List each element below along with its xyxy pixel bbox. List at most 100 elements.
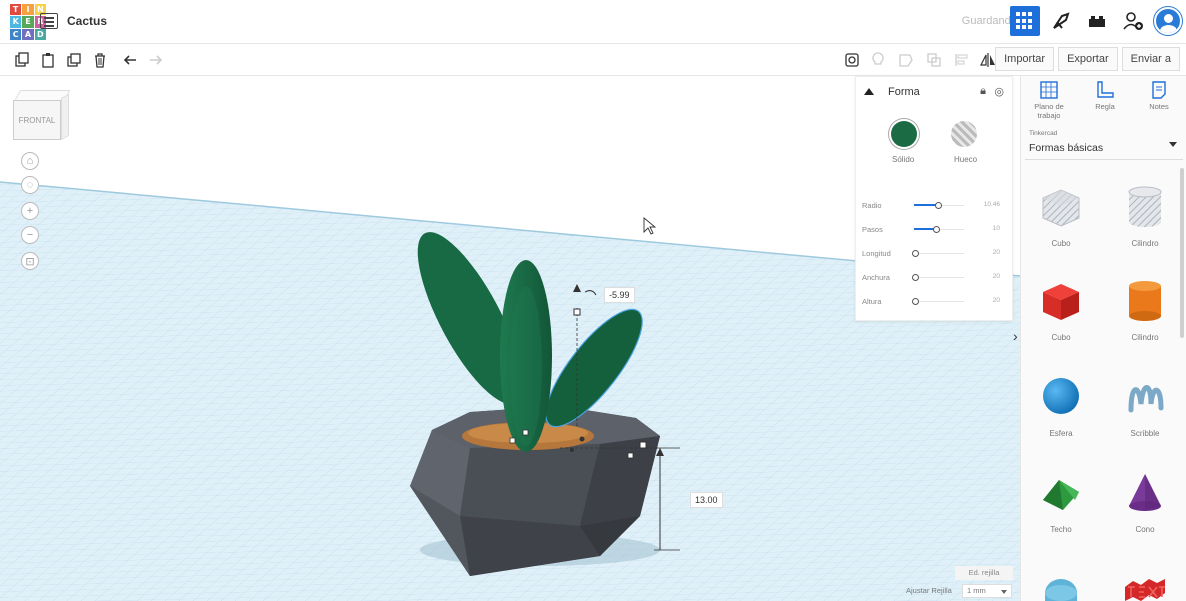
prop-value[interactable]: 20	[993, 297, 1000, 304]
hole-button[interactable]	[951, 121, 977, 147]
category-value: Formas básicas	[1029, 142, 1104, 154]
bulb-icon[interactable]	[868, 50, 888, 70]
view-cube[interactable]: FRONTAL	[9, 88, 71, 144]
hole-label: Hueco	[954, 155, 978, 164]
shape-category-select[interactable]: Tinkercad Formas básicas	[1025, 130, 1183, 160]
send-to-button[interactable]: Enviar a	[1121, 47, 1180, 71]
3d-view-button[interactable]	[1010, 6, 1040, 36]
edit-grid-button[interactable]: Ed. rejilla	[955, 566, 1013, 580]
workplane-icon	[1039, 80, 1059, 100]
solid-color-button[interactable]	[891, 121, 917, 147]
shape-cylinder-hole[interactable]: Cilindro	[1115, 184, 1175, 248]
align-icon[interactable]	[952, 50, 972, 70]
slider-knob[interactable]	[933, 226, 940, 233]
prop-value[interactable]: 20	[993, 249, 1000, 256]
prop-name: Altura	[862, 297, 882, 306]
ungroup-icon[interactable]	[924, 50, 944, 70]
zoom-out-icon[interactable]: −	[21, 226, 39, 244]
notes-tool[interactable]: Notes	[1135, 80, 1183, 111]
rotation-value[interactable]: -5.99	[604, 287, 635, 303]
snap-grid-select[interactable]: 1 mm	[962, 584, 1012, 598]
ruler-tool[interactable]: Regla	[1081, 80, 1129, 111]
logo-letter: D	[34, 28, 46, 40]
copy-icon[interactable]	[12, 50, 32, 70]
prop-altura: Altura 20	[862, 295, 1006, 309]
prop-longitud: Longitud 20	[862, 247, 1006, 261]
workplane-label: Plano de trabajo	[1034, 102, 1064, 120]
ortho-view-icon[interactable]: ⊡	[21, 252, 39, 270]
shape-roof[interactable]: Techo	[1031, 470, 1091, 534]
cylinder-icon	[1129, 281, 1161, 321]
bricks-icon[interactable]	[1082, 6, 1112, 36]
blocks-icon[interactable]	[1046, 6, 1076, 36]
import-button[interactable]: Importar	[995, 47, 1055, 71]
prop-value[interactable]: 20	[993, 273, 1000, 280]
shape-box-hole[interactable]: Cubo	[1031, 184, 1091, 248]
shape-panel: Forma 🔒︎ ◎ Sólido Hueco Radio 10.46 Paso…	[855, 76, 1013, 321]
user-avatar[interactable]	[1154, 7, 1182, 35]
edit-toolbar: Importar Exportar Enviar a	[0, 44, 1186, 76]
prop-name: Radio	[862, 201, 882, 210]
snap-grid-label: Ajustar Rejilla	[906, 586, 952, 595]
export-button[interactable]: Exportar	[1058, 47, 1118, 71]
box-icon	[1043, 284, 1079, 320]
prop-name: Pasos	[862, 225, 883, 234]
scribble-icon	[1128, 385, 1164, 413]
prop-value[interactable]: 10.46	[984, 201, 1000, 208]
logo-letter: T	[10, 4, 22, 16]
shape-scribble[interactable]: Scribble	[1115, 374, 1175, 438]
group-icon[interactable]	[896, 50, 916, 70]
redo-icon[interactable]	[146, 50, 166, 70]
notes-visibility-icon[interactable]	[842, 50, 862, 70]
shape-label: Cilindro	[1131, 239, 1159, 248]
project-title[interactable]: Cactus	[67, 14, 107, 28]
slider-knob[interactable]	[912, 250, 919, 257]
shape-cylinder[interactable]: Cilindro	[1115, 278, 1175, 342]
sphere-icon	[1043, 378, 1079, 414]
shape-label: Scribble	[1130, 429, 1160, 438]
prop-anchura: Anchura 20	[862, 271, 1006, 285]
workplane-tool[interactable]: Plano de trabajo	[1025, 80, 1073, 120]
shape-cone[interactable]: Cono	[1115, 470, 1175, 534]
box-hole-icon	[1042, 189, 1080, 227]
view-cube-front[interactable]: FRONTAL	[13, 100, 61, 140]
shape-label: Esfera	[1049, 429, 1073, 438]
shape-label: Cono	[1135, 525, 1155, 534]
logo-letter: K	[10, 16, 22, 28]
logo-letter: C	[10, 28, 22, 40]
slider-knob[interactable]	[935, 202, 942, 209]
height-value[interactable]: 13.00	[690, 492, 723, 508]
logo-letter: E	[22, 16, 34, 28]
paste-icon[interactable]	[38, 50, 58, 70]
home-view-icon[interactable]: ⌂	[21, 152, 39, 170]
prop-value[interactable]: 10	[993, 225, 1000, 232]
prop-pasos: Pasos 10	[862, 223, 1006, 237]
shape-box[interactable]: Cubo	[1031, 278, 1091, 342]
design-menu-icon[interactable]	[40, 13, 58, 29]
library-scrollbar[interactable]	[1180, 168, 1184, 338]
chevron-right-icon[interactable]: ›	[1013, 328, 1018, 344]
add-user-icon[interactable]	[1118, 6, 1148, 36]
text-shape-icon	[1125, 579, 1165, 601]
shape-label: Cubo	[1051, 239, 1071, 248]
shape-library: Plano de trabajo Regla Notes Tinkercad F…	[1020, 76, 1186, 601]
shape-half-cylinder[interactable]	[1031, 568, 1091, 601]
lock-icon[interactable]: 🔒︎	[980, 85, 986, 98]
prop-name: Longitud	[862, 249, 891, 258]
shape-panel-header[interactable]: Forma 🔒︎ ◎	[864, 85, 1006, 103]
shape-label: Cilindro	[1131, 333, 1159, 342]
duplicate-icon[interactable]	[64, 50, 84, 70]
fit-view-icon[interactable]: ◌	[21, 176, 39, 194]
shape-text[interactable]	[1115, 568, 1175, 601]
slider-knob[interactable]	[912, 274, 919, 281]
collapse-icon[interactable]	[864, 88, 874, 95]
delete-icon[interactable]	[90, 50, 110, 70]
zoom-in-icon[interactable]: +	[21, 202, 39, 220]
slider-knob[interactable]	[912, 298, 919, 305]
solid-label: Sólido	[892, 155, 915, 164]
shape-label: Techo	[1050, 525, 1072, 534]
cylinder-hole-icon	[1128, 186, 1162, 227]
undo-icon[interactable]	[120, 50, 140, 70]
shape-sphere[interactable]: Esfera	[1031, 374, 1091, 438]
visibility-icon[interactable]: ◎	[994, 85, 1004, 98]
